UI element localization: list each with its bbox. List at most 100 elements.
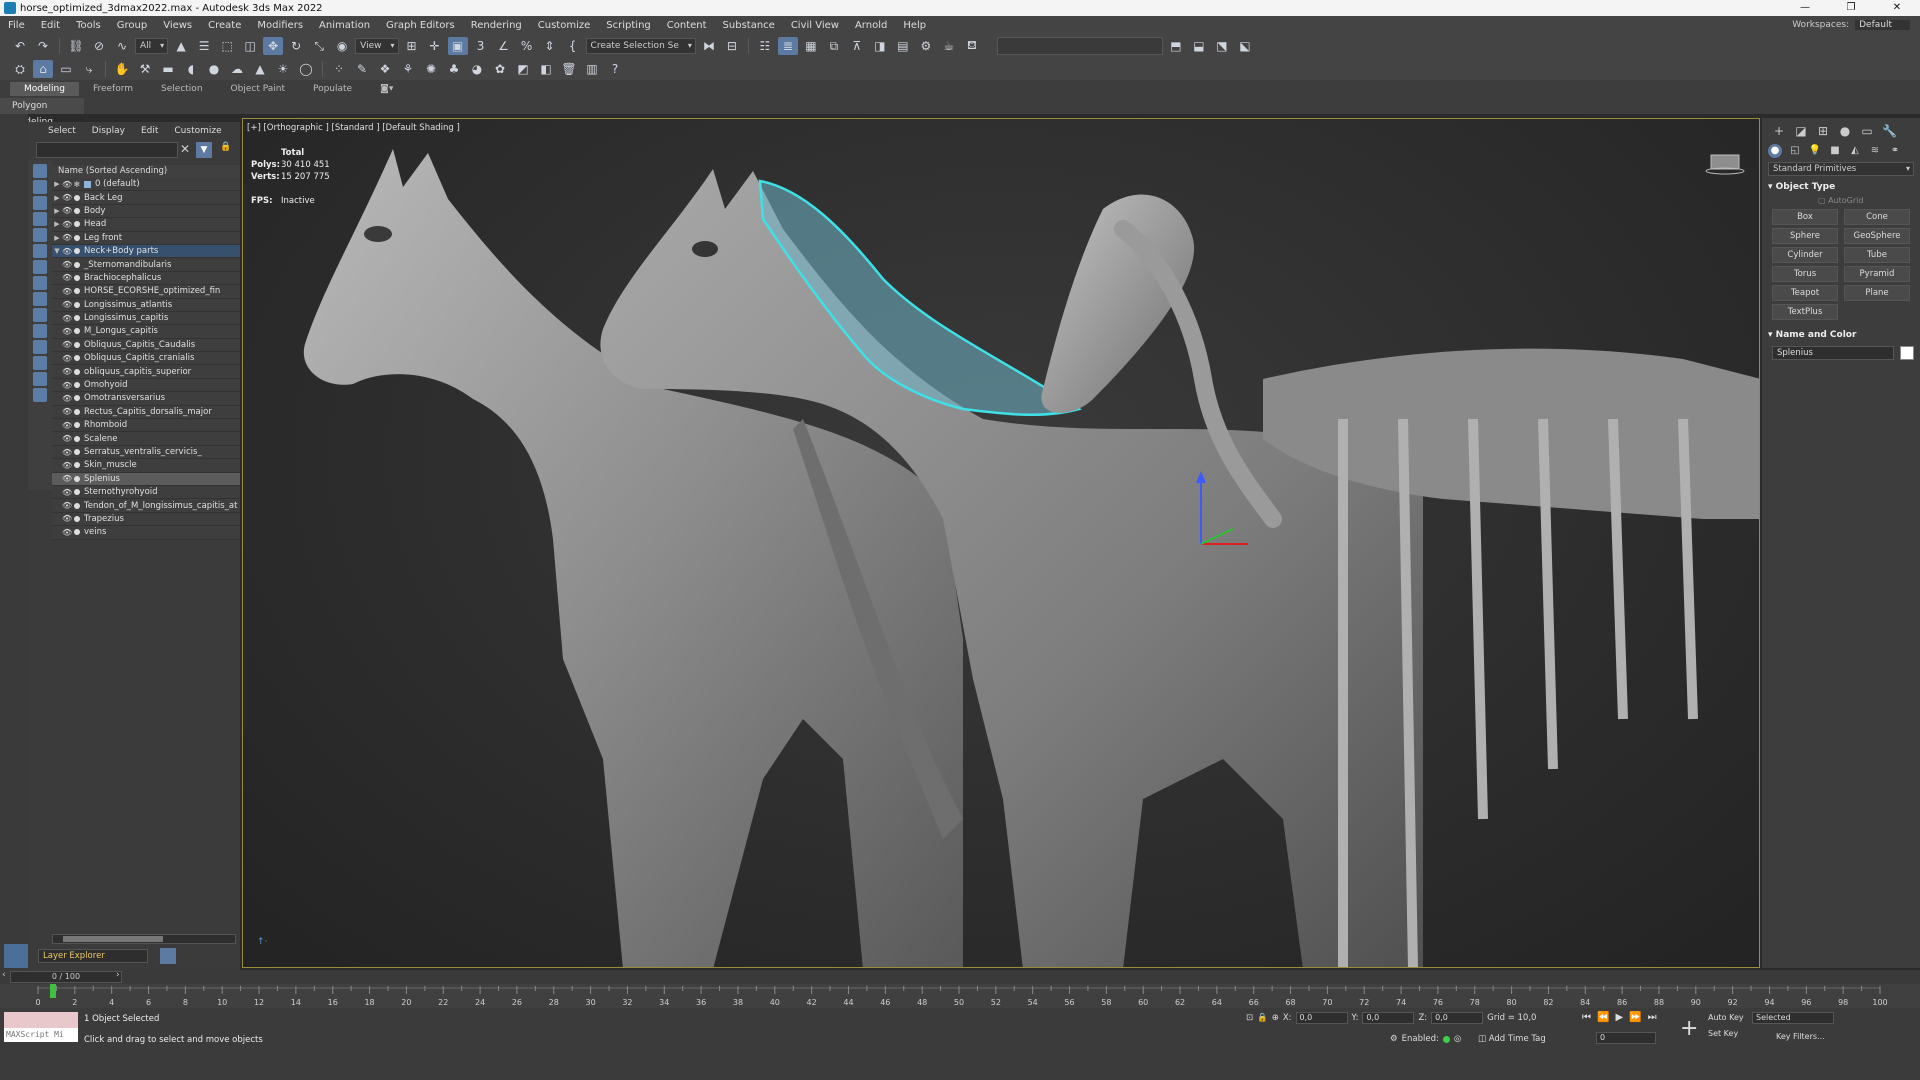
visibility-icon[interactable]: 👁 [62,528,72,537]
visibility-icon[interactable]: 👁 [62,354,72,363]
scatter-icon[interactable]: ⁘ [329,60,349,78]
spinner-snap-icon[interactable]: ⇕ [540,37,560,55]
edit-named-selection-icon[interactable]: { [563,37,583,55]
tab-object-paint[interactable]: Object Paint [217,82,299,96]
enabled-status-dot[interactable] [1442,1035,1450,1043]
visibility-icon[interactable]: 👁 [62,287,72,296]
previous-frame-icon[interactable]: ⏪ [1597,1012,1609,1023]
object-row[interactable]: 👁 Trapezius [52,512,240,527]
collapse-icon[interactable]: ▼ [52,247,62,255]
object-row-highlighted[interactable]: 👁 Splenius [52,472,240,486]
object-color-swatch[interactable] [1900,346,1914,360]
space-warps-icon[interactable]: ≋ [1868,144,1882,158]
next-frame-icon[interactable]: › [116,970,120,980]
curve-editor-icon[interactable]: ⧉ [824,37,844,55]
menu-scripting[interactable]: Scripting [598,20,658,31]
explorer-menu-select[interactable]: Select [40,126,84,136]
display-geometry-icon[interactable] [33,164,47,178]
visibility-icon[interactable]: 👁 [62,514,72,523]
object-row[interactable]: 👁 Tendon_of_M_longissimus_capitis_at [52,499,240,513]
object-row[interactable]: 👁 obliquus_capitis_superior [52,365,240,379]
selection-filter-dropdown[interactable]: All [135,38,169,54]
maxscript-listener[interactable] [4,1012,78,1028]
object-row[interactable]: 👁 Sternothyrohyoid [52,485,240,500]
clear-search-icon[interactable]: ✕ [180,142,190,156]
current-frame-marker[interactable] [50,984,56,998]
autogrid-checkbox[interactable]: ▢ AutoGrid [1818,196,1920,205]
bind-space-warp-icon[interactable]: ∿ [112,37,132,55]
visibility-icon[interactable]: 👁 [62,193,72,202]
plane-button[interactable]: Plane [1844,285,1910,301]
display-all-icon[interactable] [33,356,47,370]
redo-icon[interactable]: ↷ [33,37,53,55]
cloud-icon[interactable]: ☁ [227,60,247,78]
object-row[interactable]: 👁 Omohyoid [52,378,240,393]
layers-icon[interactable]: ▥ [582,60,602,78]
menu-arnold[interactable]: Arnold [847,20,895,31]
object-row[interactable]: 👁 Longissimus_atlantis [52,298,240,312]
next-frame-icon[interactable]: ⏩ [1629,1012,1641,1023]
auto-key-button[interactable]: Auto Key [1708,1010,1744,1026]
snaps-toggle-icon[interactable]: 3 [471,37,491,55]
tab-freeform[interactable]: Freeform [79,82,147,96]
unlink-icon[interactable]: ⊘ [89,37,109,55]
display-frozen-icon[interactable] [33,324,47,338]
visibility-icon[interactable]: 👁 [62,461,72,470]
visibility-icon[interactable]: 👁 [62,488,72,497]
object-row[interactable]: 👁 Skin_muscle [52,459,240,473]
layer-explorer-icon[interactable]: ≣ [777,37,798,55]
scene-tool-icon[interactable]: ⚒ [135,60,155,78]
named-selection-dropdown[interactable]: Create Selection Se [585,38,696,54]
visibility-icon[interactable]: 👁 [62,327,72,336]
visibility-icon[interactable]: 👁 [62,501,72,510]
expand-icon[interactable]: ▶ [52,220,62,228]
particles-icon[interactable]: ✺ [421,60,441,78]
explorer-menu-display[interactable]: Display [84,126,133,136]
viewport-orthographic[interactable]: [+] [Orthographic ] [Standard ] [Default… [242,118,1760,968]
object-row[interactable]: 👁 Omotransversarius [52,392,240,406]
motion-tab-icon[interactable]: ● [1838,124,1852,138]
visibility-icon[interactable]: 👁 [62,434,72,443]
tree-icon[interactable]: ♣ [444,60,464,78]
display-spacewarps-icon[interactable] [33,244,47,258]
visibility-icon[interactable]: 👁 [62,340,72,349]
layer-row[interactable]: ▶ 👁 Head [52,218,240,232]
visibility-icon[interactable]: 👁 [62,273,72,282]
tab-populate[interactable]: Populate [299,82,366,96]
explorer-menu-edit[interactable]: Edit [133,126,166,136]
object-row[interactable]: 👁 Longissimus_capitis [52,311,240,326]
object-row[interactable]: 👁 Rectus_Capitis_dorsalis_major [52,405,240,420]
toolbar-search-field[interactable] [996,37,1163,55]
visibility-icon[interactable]: 👁 [62,233,72,242]
render-production-icon[interactable]: ☕ [939,37,959,55]
vray-icon[interactable]: ◩ [513,60,533,78]
sphere-primitive-icon[interactable]: ● [204,60,224,78]
display-shapes-icon[interactable] [33,180,47,194]
sphere-button[interactable]: Sphere [1772,228,1838,244]
menu-group[interactable]: Group [109,20,155,31]
tab-modeling[interactable]: Modeling [10,82,79,96]
primitive-type-dropdown[interactable]: Standard Primitives [1768,162,1914,176]
play-icon[interactable]: ▶ [1615,1012,1623,1023]
shapes-icon[interactable]: ◱ [1788,144,1802,158]
select-and-move-icon[interactable]: ✥ [263,37,284,55]
name-and-color-rollout[interactable]: ▾ Name and Color [1768,330,1914,340]
object-row[interactable]: 👁 Brachiocephalicus [52,271,240,286]
visibility-icon[interactable]: 👁 [62,421,72,430]
visibility-icon[interactable]: 👁 [62,367,72,376]
percent-snap-icon[interactable]: % [517,37,537,55]
modify-tab-icon[interactable]: ◪ [1794,124,1808,138]
time-slider[interactable]: 0 / 100 [10,971,122,983]
expand-icon[interactable]: ▶ [52,180,62,188]
explorer-menu-customize[interactable]: Customize [166,126,229,136]
menu-civil-view[interactable]: Civil View [783,20,847,31]
display-xrefs-icon[interactable] [33,276,47,290]
object-row[interactable]: 👁 Obliquus_Capitis_Caudalis [52,338,240,353]
toggle-ribbon-icon[interactable]: ▦ [801,37,821,55]
geometry-icon[interactable]: ● [1768,144,1782,158]
visibility-icon[interactable]: 👁 [62,448,72,457]
menu-rendering[interactable]: Rendering [463,20,530,31]
visibility-icon[interactable]: 👁 [62,394,72,403]
expand-icon[interactable]: ▶ [52,194,62,202]
explorer-column-header[interactable]: Name (Sorted Ascending) [52,165,240,178]
